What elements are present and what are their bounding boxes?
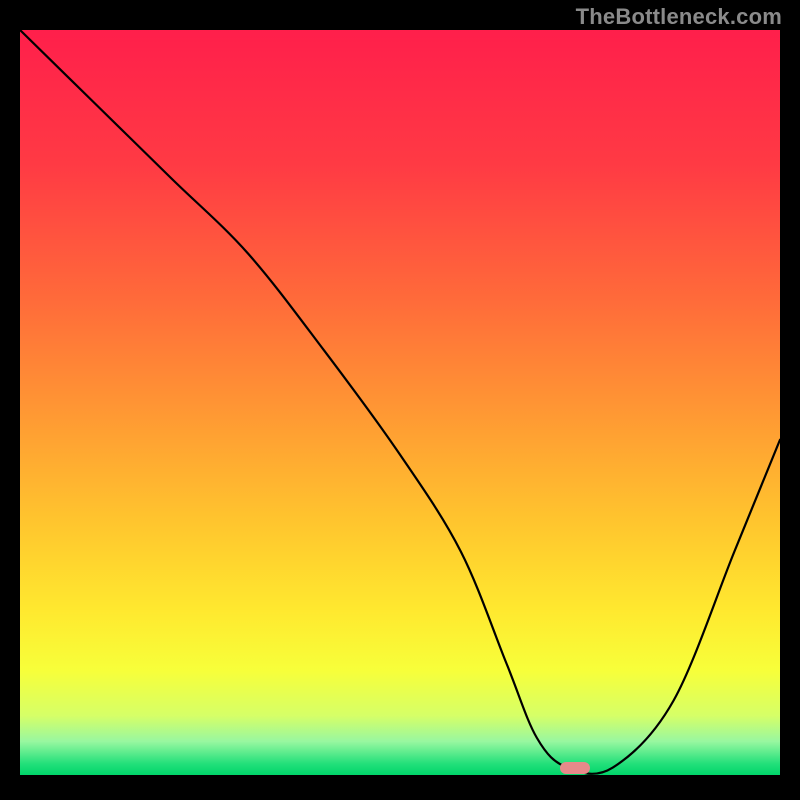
background-gradient — [20, 30, 780, 775]
optimal-marker — [560, 762, 590, 774]
chart-frame: TheBottleneck.com — [0, 0, 800, 800]
watermark-text: TheBottleneck.com — [576, 4, 782, 30]
plot-area — [20, 30, 780, 775]
